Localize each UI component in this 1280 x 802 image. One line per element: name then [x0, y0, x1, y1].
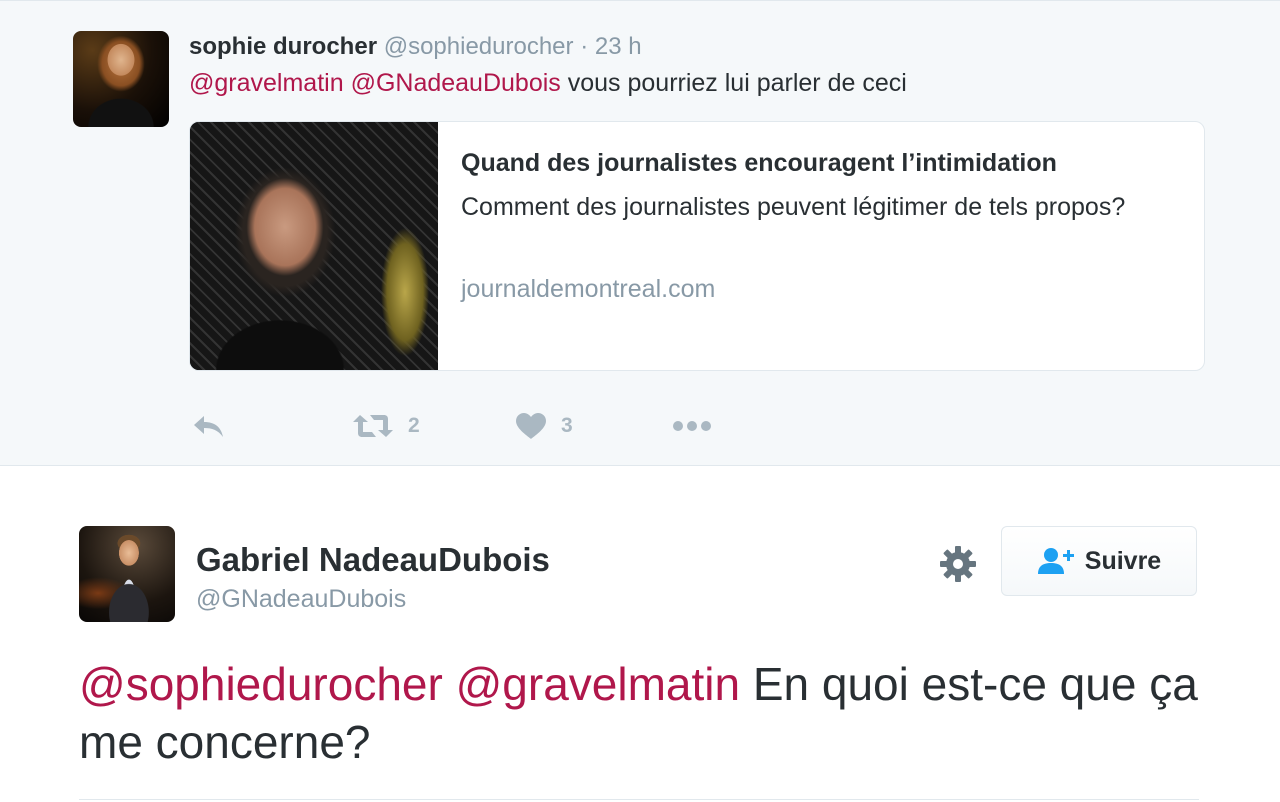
tweet-body: vous pourriez lui parler de ceci [567, 69, 907, 97]
mention-link[interactable]: @sophiedurocher [79, 658, 443, 710]
card-description: Comment des journalistes peuvent légitim… [461, 193, 1126, 221]
author-name[interactable]: sophie durocher [189, 33, 377, 60]
retweet-count: 2 [408, 414, 420, 437]
author-handle[interactable]: @sophiedurocher [384, 33, 574, 60]
follow-button[interactable]: Suivre [1001, 526, 1197, 596]
divider [79, 799, 1199, 800]
follow-user-icon [1037, 548, 1074, 574]
card-domain: journaldemontreal.com [461, 275, 716, 303]
card-title: Quand des journalistes encouragent l’int… [461, 149, 1057, 177]
like-button[interactable]: 3 [515, 409, 573, 443]
tweet-text: @gravelmatin @GNadeauDubois vous pourrie… [189, 67, 907, 99]
more-options-button[interactable] [672, 409, 712, 443]
link-preview-card[interactable]: Quand des journalistes encouragent l’int… [189, 121, 1205, 371]
main-author-handle[interactable]: @GNadeauDubois [196, 583, 406, 615]
sophie-durocher-avatar[interactable] [73, 31, 169, 127]
card-thumbnail [190, 122, 438, 370]
tweet-header: sophie durocher @sophiedurocher · 23 h [189, 31, 642, 63]
gear-icon [940, 546, 976, 582]
reply-button[interactable] [192, 409, 226, 443]
like-count: 3 [561, 414, 573, 437]
reply-icon [194, 416, 223, 437]
main-tweet-text: @sophiedurocher @gravelmatin En quoi est… [79, 655, 1219, 771]
retweet-button[interactable]: 2 [352, 409, 420, 443]
follow-button-label: Suivre [1084, 546, 1162, 575]
retweet-icon [353, 415, 393, 437]
settings-button[interactable] [938, 544, 978, 584]
gabriel-nadeau-dubois-avatar[interactable] [79, 526, 175, 622]
heart-icon [516, 413, 546, 439]
tweet-timestamp[interactable]: · 23 h [580, 33, 641, 60]
mention-link[interactable]: @gravelmatin [456, 658, 740, 710]
mention-link[interactable]: @gravelmatin [189, 69, 344, 97]
more-icon [673, 421, 711, 431]
conversation-reply-pane: sophie durocher @sophiedurocher · 23 h @… [0, 0, 1280, 466]
main-author-name[interactable]: Gabriel NadeauDubois [196, 539, 550, 581]
mention-link[interactable]: @GNadeauDubois [351, 69, 561, 97]
